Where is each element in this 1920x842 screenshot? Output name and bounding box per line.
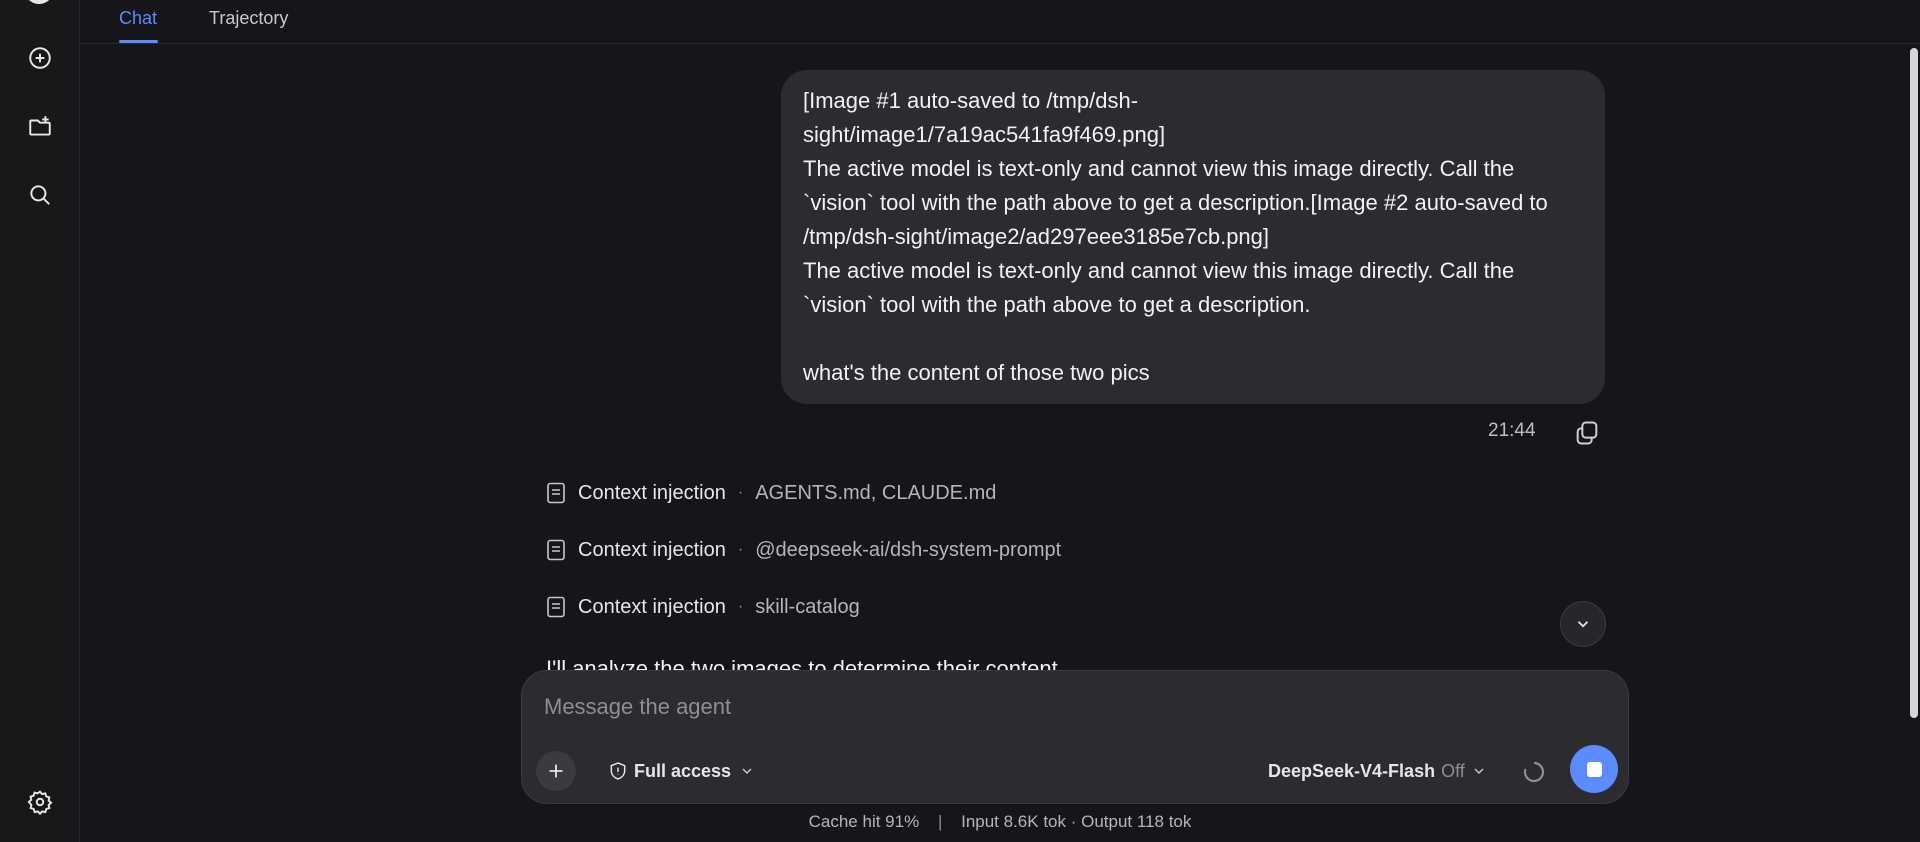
context-injection-label: Context injection xyxy=(578,481,726,504)
shield-icon xyxy=(610,762,626,780)
stop-icon xyxy=(1586,761,1602,777)
stop-button[interactable] xyxy=(1570,745,1618,793)
gear-icon xyxy=(27,790,53,815)
message-input[interactable] xyxy=(544,691,1604,723)
model-name: DeepSeek-V4-Flash xyxy=(1268,760,1436,781)
usage-stats: Cache hit 91% | Input 8.6K tok · Output … xyxy=(80,812,1920,832)
new-chat-button[interactable] xyxy=(20,38,60,78)
main-panel: Chat Trajectory [Image #1 auto-saved to … xyxy=(80,0,1920,842)
chevron-down-icon xyxy=(742,768,752,775)
settings-button[interactable] xyxy=(20,782,60,822)
composer: Full access DeepSeek-V4-Flash Off xyxy=(521,670,1629,804)
separator-dot: · xyxy=(737,484,744,501)
access-mode-dropdown[interactable]: Full access xyxy=(608,757,761,785)
document-icon xyxy=(547,482,565,504)
model-mode: Off xyxy=(1441,760,1465,781)
user-message: [Image #1 auto-saved to /tmp/dsh- sight/… xyxy=(781,70,1605,404)
avatar[interactable] xyxy=(24,0,54,4)
copy-icon xyxy=(1576,421,1598,445)
message-timestamp: 21:44 xyxy=(1488,420,1536,441)
context-injection-row[interactable]: Context injection · skill-catalog xyxy=(546,592,860,622)
context-injection-detail: skill-catalog xyxy=(755,595,860,618)
document-icon xyxy=(547,596,565,618)
context-injection-row[interactable]: Context injection · @deepseek-ai/dsh-sys… xyxy=(546,535,1061,565)
plus-circle-icon xyxy=(29,47,51,69)
new-folder-icon xyxy=(29,116,51,136)
scroll-to-bottom-button[interactable] xyxy=(1560,601,1606,647)
attach-button[interactable] xyxy=(536,751,576,791)
cache-stat: Cache hit 91% xyxy=(808,812,920,831)
context-injection-label: Context injection xyxy=(578,595,726,618)
tab-chat[interactable]: Chat xyxy=(119,8,157,29)
document-icon xyxy=(547,539,565,561)
token-stat: Input 8.6K tok · Output 118 tok xyxy=(961,812,1192,831)
separator-dot: · xyxy=(737,598,744,615)
access-mode-label: Full access xyxy=(634,760,732,781)
active-tab-indicator xyxy=(119,40,158,43)
search-icon xyxy=(30,185,50,205)
separator-dot: · xyxy=(737,541,744,558)
spinner-icon xyxy=(1523,761,1545,783)
copy-button[interactable] xyxy=(1573,419,1601,447)
tab-bar: Chat Trajectory xyxy=(80,0,1920,44)
sidebar xyxy=(0,0,80,842)
plus-icon xyxy=(549,764,563,778)
chevron-down-icon xyxy=(1474,768,1484,775)
context-injection-detail: AGENTS.md, CLAUDE.md xyxy=(755,481,997,504)
model-selector[interactable]: DeepSeek-V4-Flash Off xyxy=(1268,757,1487,785)
new-project-button[interactable] xyxy=(20,107,60,147)
chevron-down-icon xyxy=(1577,621,1589,628)
context-injection-detail: @deepseek-ai/dsh-system-prompt xyxy=(755,538,1062,561)
tab-trajectory[interactable]: Trajectory xyxy=(209,8,288,29)
search-button[interactable] xyxy=(20,175,60,215)
context-injection-label: Context injection xyxy=(578,538,726,561)
stats-separator: | xyxy=(937,812,943,831)
context-injection-row[interactable]: Context injection · AGENTS.md, CLAUDE.md xyxy=(546,478,996,508)
scrollbar[interactable] xyxy=(1910,48,1918,718)
